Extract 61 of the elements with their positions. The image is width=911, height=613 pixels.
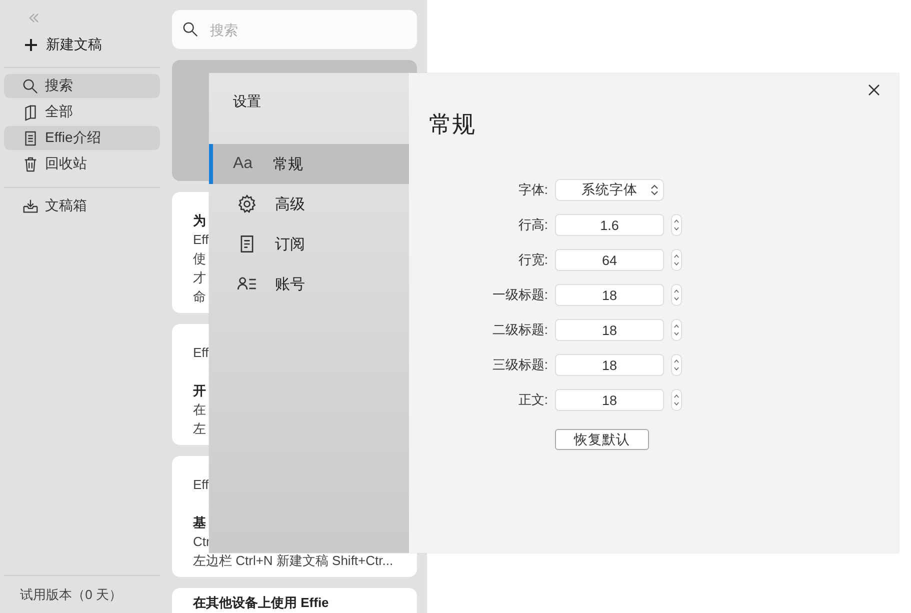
font-icon: Aa (233, 155, 255, 173)
field-label: 一级标题: (491, 286, 548, 304)
search-icon (182, 21, 199, 38)
sidebar-item[interactable]: 搜索 (4, 74, 160, 98)
dialog-title: 设置 (233, 93, 262, 111)
trial-status: 试用版本（0 天） (20, 586, 122, 604)
reset-button[interactable]: 恢复默认 (555, 429, 649, 450)
note-text: 在 (193, 401, 206, 419)
section-heading: 常规 (429, 110, 476, 139)
sidebar-item[interactable]: 回收站 (4, 152, 160, 176)
settings-tab[interactable]: 订阅 (209, 224, 409, 264)
updown-icon (650, 184, 659, 196)
sidebar-item[interactable]: 全部 (4, 100, 160, 124)
field-label: 二级标题: (491, 321, 548, 339)
close-button[interactable] (867, 83, 881, 97)
note-text: 左 (193, 420, 206, 438)
inbox-icon (22, 198, 39, 214)
sidebar-item[interactable]: 文稿箱 (4, 194, 160, 218)
new-document-button[interactable]: 新建文稿 (4, 32, 160, 58)
settings-tab[interactable]: 高级 (209, 184, 409, 224)
number-field[interactable]: 18 (555, 319, 664, 341)
stepper[interactable] (671, 214, 682, 236)
number-field[interactable]: 18 (555, 389, 664, 411)
number-field[interactable]: 18 (555, 284, 664, 306)
stepper[interactable] (671, 319, 682, 341)
settings-tab[interactable]: 账号 (209, 264, 409, 304)
plus-icon (24, 38, 38, 52)
note-heading: 开 (193, 382, 206, 400)
sidebar-item[interactable]: Effie介绍 (4, 126, 160, 150)
note-text: 才 (193, 269, 206, 287)
trash-icon (22, 156, 39, 172)
note-text: 使 (193, 250, 206, 268)
book-icon (22, 104, 39, 120)
field-label: 三级标题: (491, 356, 548, 374)
field-label: 行宽: (517, 251, 548, 269)
settings-icon (237, 194, 257, 214)
note-heading: 为 (193, 212, 206, 230)
search-field[interactable]: 搜索 (172, 10, 417, 49)
settings-tab[interactable]: Aa 常规 (209, 144, 409, 184)
field-label: 字体: (517, 181, 548, 199)
note-text: Eff (193, 344, 209, 362)
field-label: 正文: (517, 391, 548, 409)
note-heading: 在其他设备上使用 Effie (193, 594, 329, 612)
search-icon (22, 78, 39, 94)
stepper[interactable] (671, 389, 682, 411)
note-heading: 基 (193, 514, 206, 532)
stepper[interactable] (671, 354, 682, 376)
stepper[interactable] (671, 249, 682, 271)
font-select[interactable]: 系统字体 (555, 179, 664, 201)
note-text: 左边栏 Ctrl+N 新建文稿 Shift+Ctr... (193, 552, 394, 570)
number-field[interactable]: 18 (555, 354, 664, 376)
note-card[interactable]: 在其他设备上使用 Effie (172, 588, 417, 613)
field-label: 行高: (517, 216, 548, 234)
note-text: Eff (193, 231, 209, 249)
number-field[interactable]: 1.6 (555, 214, 664, 236)
note-text: Eff (193, 476, 209, 494)
number-field[interactable]: 64 (555, 249, 664, 271)
note-text: 命 (193, 288, 206, 306)
stepper[interactable] (671, 284, 682, 306)
note-text: Ctr (193, 533, 210, 551)
document-icon (22, 130, 39, 146)
